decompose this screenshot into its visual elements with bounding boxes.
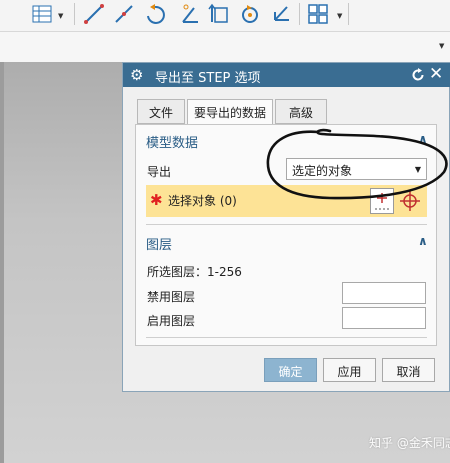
section-divider	[146, 224, 427, 225]
secondary-toolbar	[0, 32, 450, 62]
ok-button[interactable]: 确定	[264, 358, 317, 382]
watermark-text: 知乎 @金禾同志	[369, 436, 450, 450]
chevron-down-icon[interactable]: ▼	[58, 12, 63, 20]
datum-plane-icon[interactable]	[207, 2, 231, 26]
export-dropdown-value: 选定的对象	[292, 164, 353, 178]
table-icon[interactable]	[30, 2, 54, 26]
crosshair-icon[interactable]	[398, 188, 422, 214]
chevron-down-icon[interactable]: ▼	[439, 42, 444, 50]
apply-button[interactable]: 应用	[323, 358, 376, 382]
resource-bar-edge	[0, 62, 4, 463]
required-star-icon: ✱	[150, 191, 163, 209]
tab-content-panel: 模型数据 ∧ 导出 选定的对象 ▼ ✱ 选择对象 (0) 图层 ∧ 所选图层：1…	[135, 124, 437, 346]
dialog-title-bar[interactable]: ⚙ 导出至 STEP 选项 ✕	[123, 63, 450, 87]
grid-layout-icon[interactable]	[306, 2, 330, 26]
reset-icon[interactable]	[410, 67, 426, 83]
enabled-layers-label: 启用图层	[147, 314, 196, 328]
rotate-point-icon[interactable]	[238, 2, 262, 26]
tab-data-to-export[interactable]: 要导出的数据	[187, 99, 273, 125]
gear-icon[interactable]: ⚙	[130, 66, 143, 84]
toolbar-separator	[299, 3, 300, 25]
coordinate-axis-icon[interactable]	[269, 2, 293, 26]
line-tangent-icon[interactable]	[112, 2, 136, 26]
arc-tool-icon[interactable]	[143, 2, 167, 26]
chevron-down-icon: ▼	[414, 165, 421, 174]
select-objects-row[interactable]: ✱ 选择对象 (0)	[146, 185, 427, 217]
disabled-layers-field[interactable]	[342, 282, 426, 304]
chevron-down-icon[interactable]: ▼	[337, 12, 342, 20]
selectable-layers-text: 所选图层：1-256	[147, 265, 242, 279]
tab-file[interactable]: 文件	[137, 99, 185, 124]
section-title-layers: 图层	[146, 238, 173, 253]
angle-dimension-icon[interactable]	[178, 2, 202, 26]
top-toolbar: ▼ ▼	[0, 0, 450, 32]
chevron-up-icon[interactable]: ∧	[418, 132, 428, 146]
select-objects-label: 选择对象 (0)	[168, 194, 237, 208]
tab-advanced[interactable]: 高级	[275, 99, 327, 124]
class-selection-button[interactable]	[370, 188, 394, 214]
close-icon[interactable]: ✕	[429, 64, 443, 84]
chevron-up-icon[interactable]: ∧	[418, 234, 428, 248]
enabled-layers-field[interactable]	[342, 307, 426, 329]
export-step-dialog: ⚙ 导出至 STEP 选项 ✕ 文件 要导出的数据 高级 模型数据 ∧ 导出 选…	[122, 62, 450, 392]
toolbar-separator	[74, 3, 75, 25]
section-title-model-data: 模型数据	[146, 136, 199, 151]
dialog-title: 导出至 STEP 选项	[155, 71, 261, 86]
section-divider	[146, 337, 427, 338]
toolbar-separator	[348, 3, 349, 25]
line-tool-icon[interactable]	[82, 2, 106, 26]
disabled-layers-label: 禁用图层	[147, 290, 196, 304]
cancel-button[interactable]: 取消	[382, 358, 435, 382]
export-label: 导出	[147, 165, 172, 179]
export-dropdown[interactable]: 选定的对象 ▼	[286, 158, 427, 180]
